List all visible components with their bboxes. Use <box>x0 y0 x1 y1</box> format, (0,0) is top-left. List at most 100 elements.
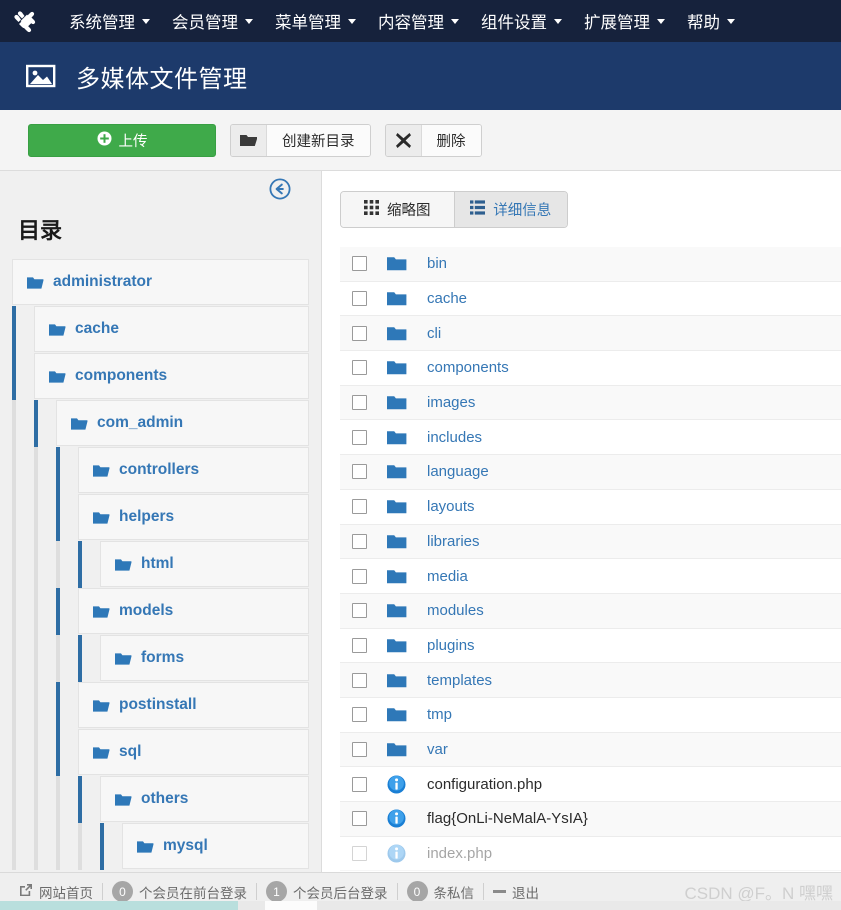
file-row[interactable]: templates <box>340 663 841 698</box>
frontend-logins[interactable]: 0 个会员在前台登录 <box>103 881 256 902</box>
tree-item-controllers[interactable]: controllers <box>12 447 309 494</box>
tree-item-com_admin[interactable]: com_admin <box>12 400 309 447</box>
file-name[interactable]: configuration.php <box>427 776 542 793</box>
file-row[interactable]: images <box>340 385 841 421</box>
tree-item-html[interactable]: html <box>12 541 309 588</box>
row-checkbox[interactable] <box>352 707 367 723</box>
file-row[interactable]: libraries <box>340 524 841 560</box>
menu-item-1[interactable]: 会员管理 <box>161 0 264 42</box>
file-name[interactable]: var <box>427 741 448 758</box>
menu-item-2[interactable]: 菜单管理 <box>264 0 367 42</box>
tree-item-box[interactable]: mysql <box>122 823 309 869</box>
file-row[interactable]: tmp <box>340 697 841 733</box>
file-name[interactable]: images <box>427 394 475 411</box>
tree-item-components[interactable]: components <box>12 353 309 400</box>
file-row[interactable]: var <box>340 732 841 768</box>
row-checkbox[interactable] <box>352 499 367 515</box>
private-messages[interactable]: 0 条私信 <box>398 881 484 902</box>
file-name[interactable]: cache <box>427 290 467 307</box>
tree-item-administrator[interactable]: administrator <box>12 259 309 306</box>
tree-item-box[interactable]: html <box>100 541 309 587</box>
tree-item-helpers[interactable]: helpers <box>12 494 309 541</box>
tree-item-box[interactable]: administrator <box>12 259 309 305</box>
delete-button[interactable]: 删除 <box>384 123 482 157</box>
file-name[interactable]: cli <box>427 325 441 342</box>
tab-thumbnails[interactable]: 缩略图 <box>341 192 454 227</box>
file-name[interactable]: tmp <box>427 706 452 723</box>
row-checkbox[interactable] <box>352 741 367 757</box>
file-row[interactable]: layouts <box>340 489 841 525</box>
site-home-link[interactable]: 网站首页 <box>10 882 102 902</box>
tree-item-cache[interactable]: cache <box>12 306 309 353</box>
tree-item-box[interactable]: helpers <box>78 494 309 540</box>
tree-item-box[interactable]: models <box>78 588 309 634</box>
row-checkbox[interactable] <box>352 325 367 341</box>
tree-item-box[interactable]: com_admin <box>56 400 309 446</box>
file-row[interactable]: cache <box>340 281 841 317</box>
row-checkbox[interactable] <box>352 637 367 653</box>
row-checkbox[interactable] <box>352 291 367 307</box>
row-checkbox[interactable] <box>352 360 367 376</box>
backend-logins[interactable]: 1 个会员后台登录 <box>257 881 397 902</box>
row-checkbox[interactable] <box>352 776 367 792</box>
file-name[interactable]: flag{OnLi-NeMalA-YsIA} <box>427 810 588 827</box>
row-checkbox[interactable] <box>352 603 367 619</box>
file-name[interactable]: components <box>427 359 509 376</box>
tree-item-mysql[interactable]: mysql <box>12 823 309 870</box>
file-row[interactable]: configuration.php <box>340 767 841 802</box>
file-row[interactable]: bin <box>340 247 841 282</box>
tree-item-models[interactable]: models <box>12 588 309 635</box>
file-name[interactable]: templates <box>427 672 492 689</box>
tree-item-box[interactable]: others <box>100 776 309 822</box>
row-checkbox[interactable] <box>352 395 367 411</box>
new-folder-button[interactable]: 创建新目录 <box>230 123 371 157</box>
tree-item-others[interactable]: others <box>12 776 309 823</box>
file-name[interactable]: bin <box>427 255 447 272</box>
file-row[interactable]: media <box>340 559 841 594</box>
file-row[interactable]: modules <box>340 593 841 629</box>
tree-item-box[interactable]: components <box>34 353 309 399</box>
menu-item-4[interactable]: 组件设置 <box>470 0 573 42</box>
file-row[interactable]: index.php <box>340 836 841 872</box>
file-row[interactable]: flag{OnLi-NeMalA-YsIA} <box>340 802 841 837</box>
tree-item-box[interactable]: cache <box>34 306 309 352</box>
menu-item-0[interactable]: 系统管理 <box>58 0 161 42</box>
file-name[interactable]: index.php <box>427 845 492 862</box>
tree-item-forms[interactable]: forms <box>12 635 309 682</box>
file-row[interactable]: components <box>340 351 841 386</box>
row-checkbox[interactable] <box>352 672 367 688</box>
menu-item-3[interactable]: 内容管理 <box>367 0 470 42</box>
row-checkbox[interactable] <box>352 568 367 584</box>
row-checkbox[interactable] <box>352 256 367 272</box>
tree-item-box[interactable]: postinstall <box>78 682 309 728</box>
logout-button[interactable]: 退出 <box>484 882 548 902</box>
menu-item-5[interactable]: 扩展管理 <box>573 0 676 42</box>
file-name[interactable]: language <box>427 463 489 480</box>
file-row[interactable]: plugins <box>340 628 841 664</box>
menu-item-6[interactable]: 帮助 <box>676 0 746 42</box>
horizontal-scrollbar[interactable] <box>0 901 841 910</box>
joomla-logo-icon[interactable] <box>10 6 44 36</box>
file-row[interactable]: language <box>340 455 841 490</box>
tree-item-box[interactable]: forms <box>100 635 309 681</box>
file-name[interactable]: media <box>427 568 468 585</box>
tree-item-postinstall[interactable]: postinstall <box>12 682 309 729</box>
file-row[interactable]: cli <box>340 316 841 352</box>
tab-details[interactable]: 详细信息 <box>453 192 567 227</box>
file-name[interactable]: modules <box>427 602 484 619</box>
row-checkbox[interactable] <box>352 811 367 827</box>
circle-arrow-left-icon[interactable] <box>269 178 291 200</box>
file-name[interactable]: plugins <box>427 637 475 654</box>
row-checkbox[interactable] <box>352 429 367 445</box>
row-checkbox[interactable] <box>352 464 367 480</box>
tree-item-box[interactable]: sql <box>78 729 309 775</box>
file-name[interactable]: layouts <box>427 498 475 515</box>
tree-item-sql[interactable]: sql <box>12 729 309 776</box>
tree-item-box[interactable]: controllers <box>78 447 309 493</box>
row-checkbox[interactable] <box>352 846 367 862</box>
file-name[interactable]: libraries <box>427 533 480 550</box>
row-checkbox[interactable] <box>352 533 367 549</box>
scrollbar-thumb[interactable] <box>265 901 317 910</box>
upload-button[interactable]: 上传 <box>28 123 216 157</box>
file-name[interactable]: includes <box>427 429 482 446</box>
